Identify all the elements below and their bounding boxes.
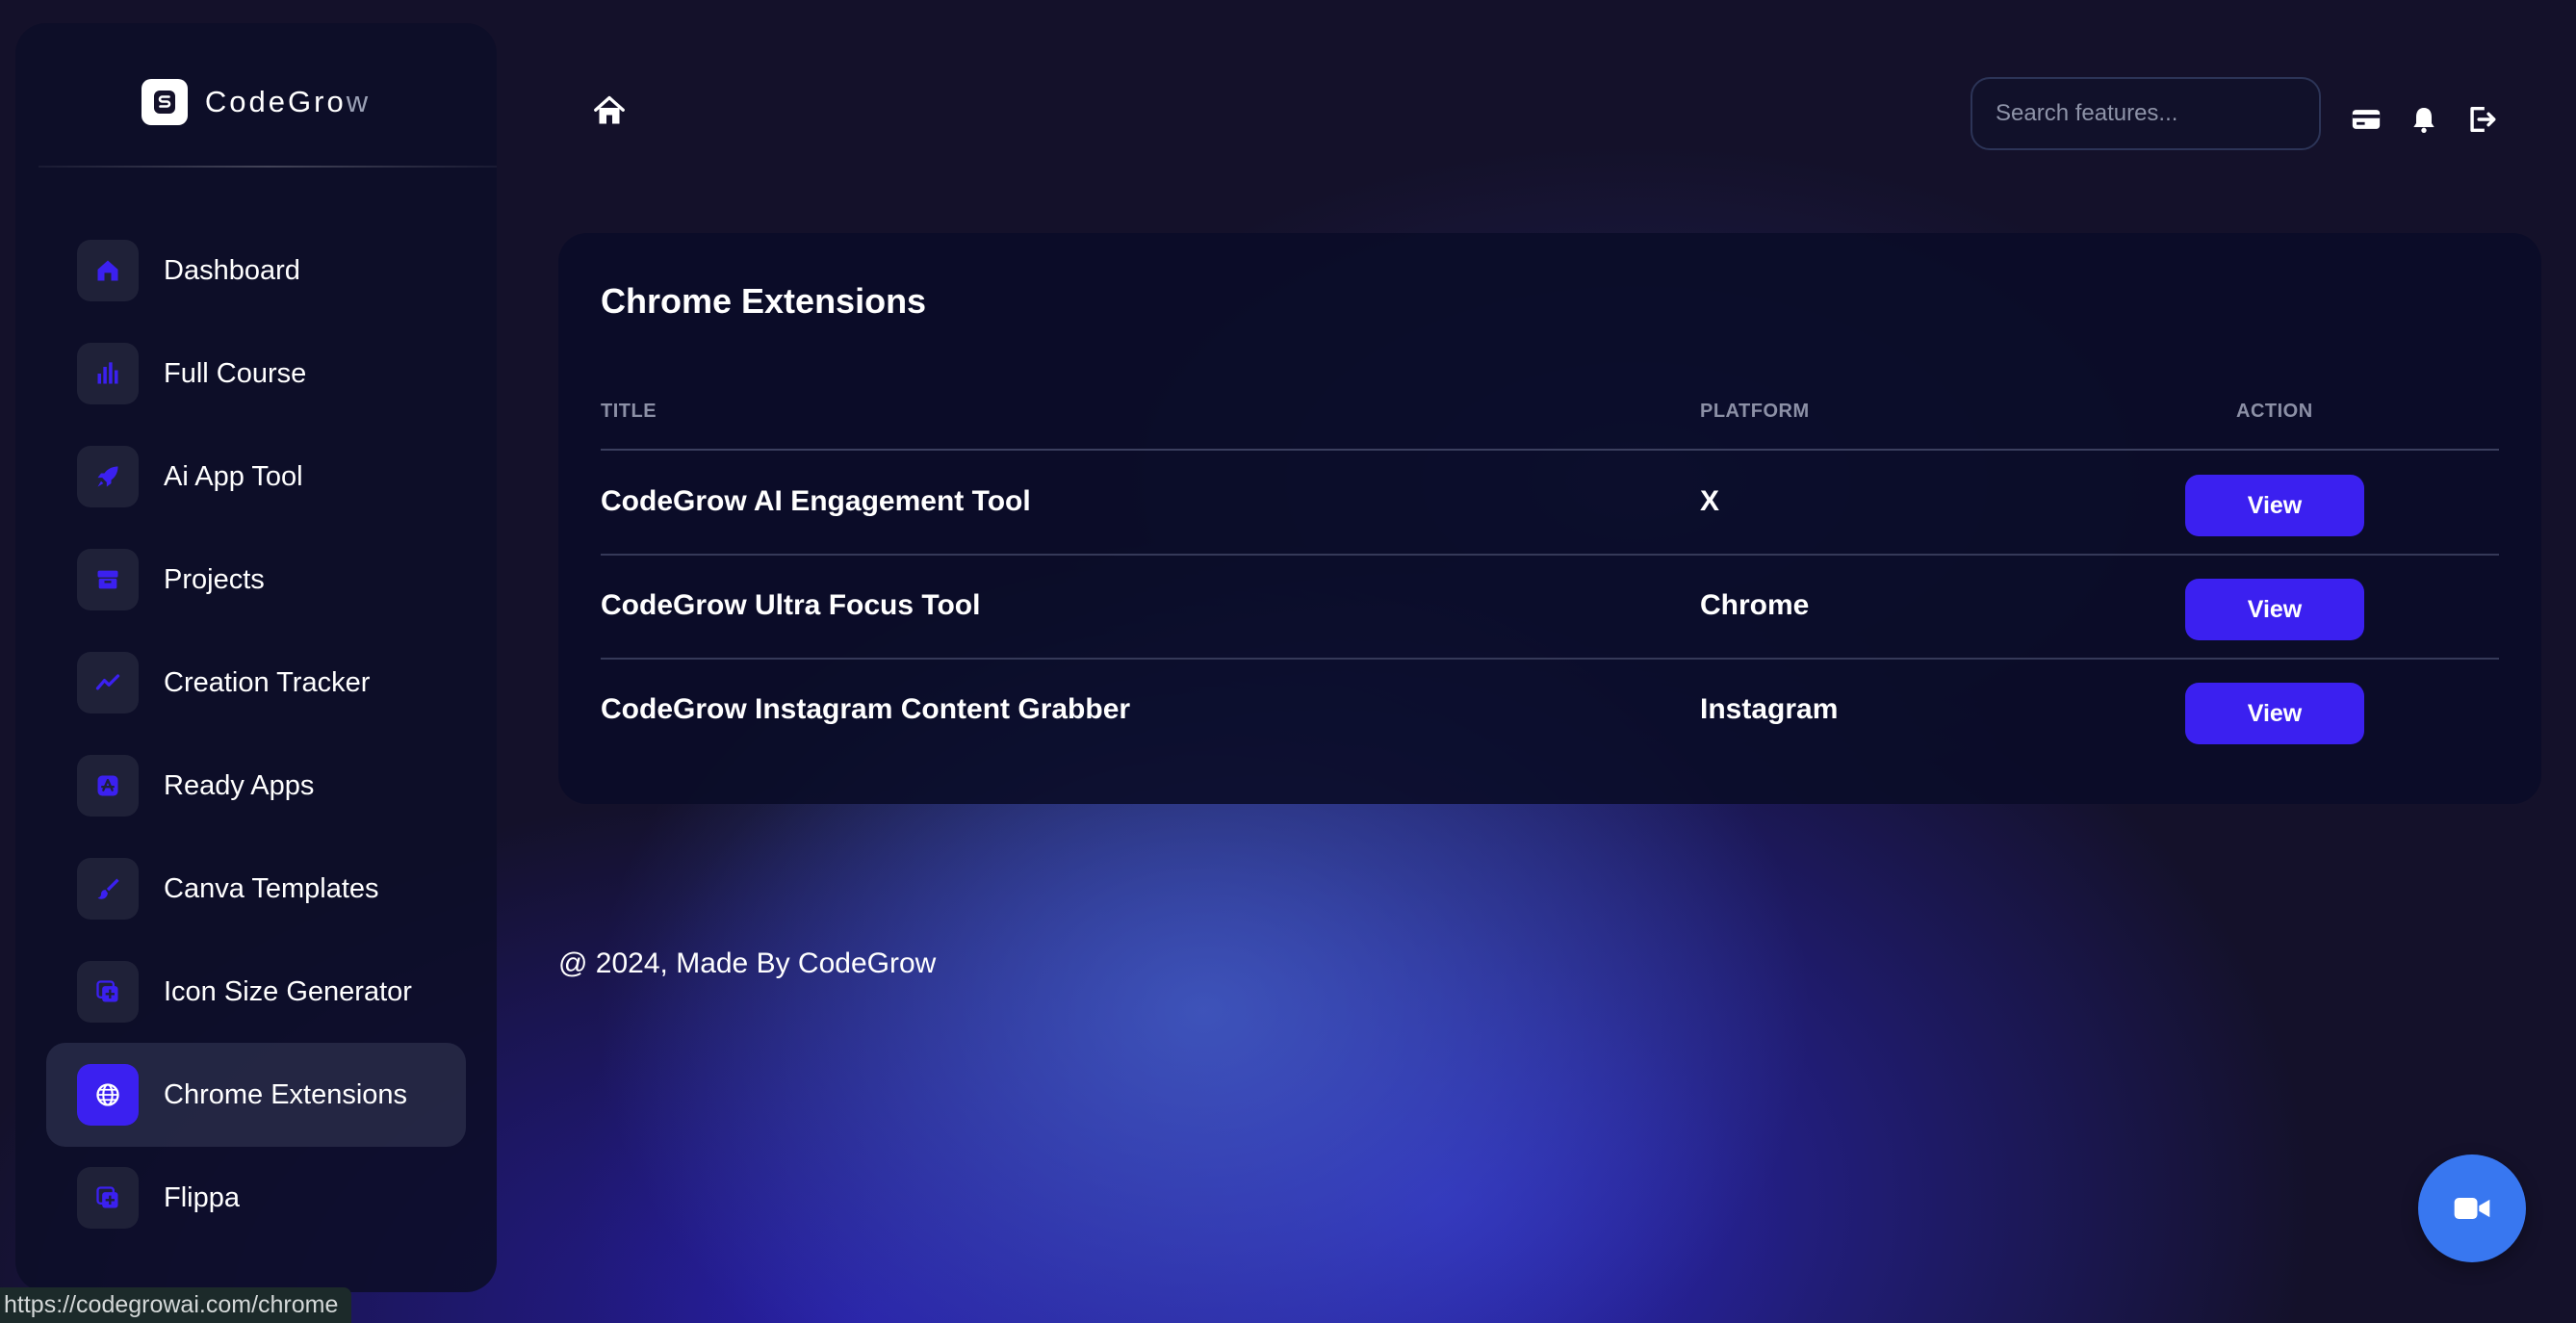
sidebar-item-label: Creation Tracker [164,666,371,698]
home-button[interactable] [587,89,631,133]
sidebar: CodeGrow Dashboard Full Course Ai App To… [15,23,497,1292]
sidebar-item-label: Ready Apps [164,769,315,801]
brand-name: CodeGrow [204,85,372,118]
view-button[interactable]: View [2185,683,2364,744]
row-platform: Instagram [1700,693,1839,725]
trend-line-icon [77,652,139,713]
sidebar-item-projects[interactable]: Projects [46,528,466,632]
chrome-extensions-card: Chrome Extensions TITLE PLATFORM ACTION … [558,233,2541,804]
sidebar-item-dashboard[interactable]: Dashboard [46,219,466,323]
table-row: CodeGrow Instagram Content Grabber Insta… [601,658,2499,762]
brush-icon [77,858,139,920]
sidebar-divider [39,166,497,168]
row-title: CodeGrow AI Engagement Tool [601,485,1031,517]
card-title: Chrome Extensions [601,281,927,321]
bar-chart-icon [77,343,139,404]
video-call-button[interactable] [2418,1154,2526,1262]
archive-icon [77,549,139,610]
table-row: CodeGrow AI Engagement Tool X View [601,450,2499,556]
sidebar-item-label: Projects [164,563,265,595]
column-header-title: TITLE [601,401,657,422]
copy-plus-icon [77,961,139,1023]
sidebar-item-label: Flippa [164,1181,240,1213]
sidebar-item-icon-size-generator[interactable]: Icon Size Generator [46,940,466,1044]
credit-card-icon[interactable] [2347,100,2385,139]
sidebar-item-canva-templates[interactable]: Canva Templates [46,837,466,941]
sidebar-item-label: Chrome Extensions [164,1078,408,1110]
home-icon [594,95,625,124]
sidebar-item-ai-app-tool[interactable]: Ai App Tool [46,425,466,529]
sidebar-item-label: Dashboard [164,254,300,286]
sidebar-item-ready-apps[interactable]: Ready Apps [46,734,466,838]
globe-icon [77,1064,139,1126]
row-title: CodeGrow Ultra Focus Tool [601,589,981,621]
row-platform: X [1700,485,1720,517]
sidebar-item-label: Full Course [164,357,307,389]
rocket-icon [77,446,139,507]
sidebar-item-label: Ai App Tool [164,460,303,492]
column-header-action: ACTION [2236,401,2313,422]
video-camera-icon [2454,1198,2490,1219]
view-button[interactable]: View [2185,475,2364,536]
sidebar-item-creation-tracker[interactable]: Creation Tracker [46,631,466,735]
home-icon [77,240,139,301]
sidebar-item-label: Canva Templates [164,872,379,904]
table-row: CodeGrow Ultra Focus Tool Chrome View [601,554,2499,660]
bell-icon[interactable] [2405,100,2443,139]
row-title: CodeGrow Instagram Content Grabber [601,693,1131,725]
search-input[interactable] [1971,77,2321,150]
logout-icon[interactable] [2462,100,2501,139]
sidebar-item-chrome-extensions[interactable]: Chrome Extensions [46,1043,466,1147]
copy-plus-icon [77,1167,139,1229]
sidebar-item-full-course[interactable]: Full Course [46,322,466,426]
s-logo-icon [141,79,188,125]
sidebar-item-label: Icon Size Generator [164,975,412,1007]
sidebar-item-flippa[interactable]: Flippa [46,1146,466,1250]
view-button[interactable]: View [2185,579,2364,640]
status-bar-url: https://codegrowai.com/chrome [0,1287,352,1323]
app-store-icon [77,755,139,817]
row-platform: Chrome [1700,589,1810,621]
footer-text: @ 2024, Made By CodeGrow [558,947,937,979]
brand-logo[interactable]: CodeGrow [15,79,497,125]
column-header-platform: PLATFORM [1700,401,1810,422]
